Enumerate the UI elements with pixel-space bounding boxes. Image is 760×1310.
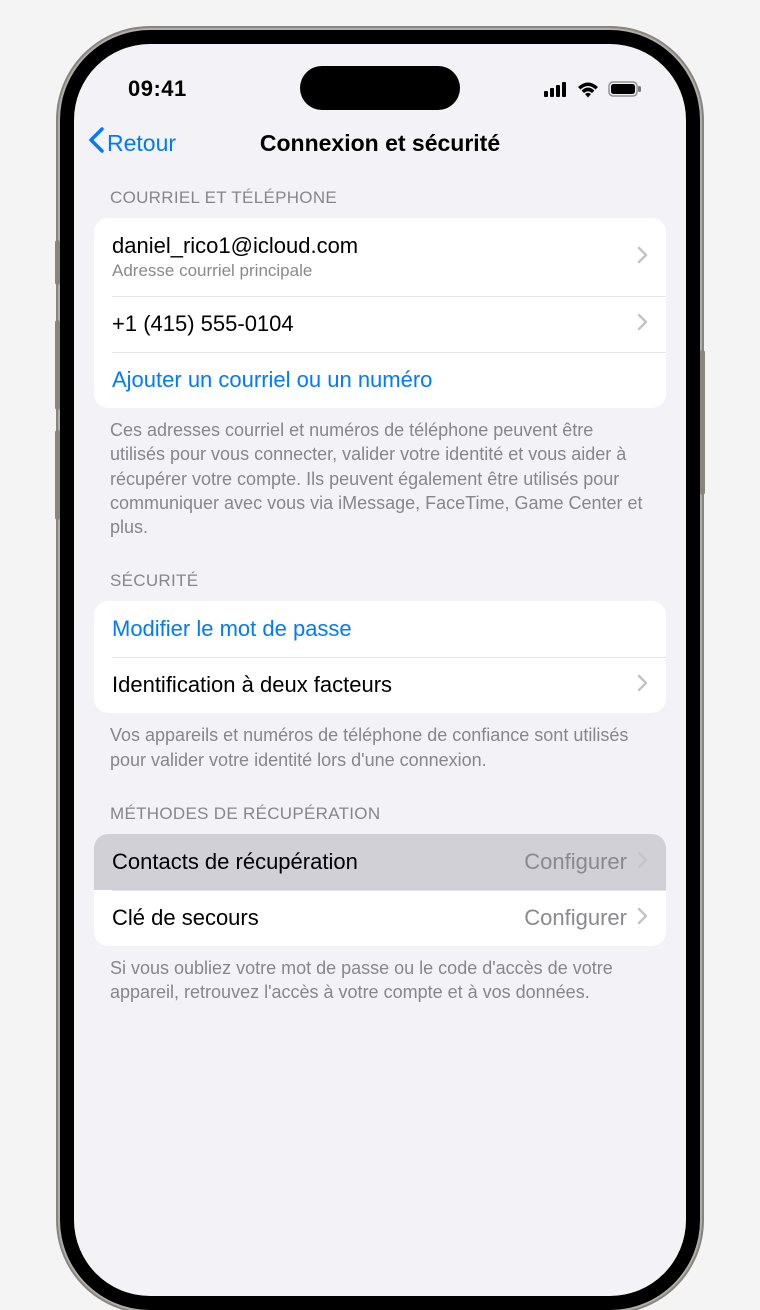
footer-recovery: Si vous oubliez votre mot de passe ou le…: [74, 946, 686, 1009]
page-title: Connexion et sécurité: [260, 130, 500, 157]
phone-side-button: [55, 240, 60, 285]
phone-frame: 09:41 Retour Connexion et sécur: [60, 30, 700, 1310]
phone-volume-down-button: [55, 430, 60, 520]
row-recovery-key[interactable]: Clé de secours Configurer: [94, 890, 666, 946]
footer-security: Vos appareils et numéros de téléphone de…: [74, 713, 686, 776]
wifi-icon: [576, 80, 600, 98]
battery-icon: [608, 81, 642, 97]
chevron-right-icon: [637, 907, 648, 930]
row-phone[interactable]: +1 (415) 555-0104: [94, 296, 666, 352]
cellular-icon: [544, 81, 568, 97]
two-factor-label: Identification à deux facteurs: [112, 672, 637, 698]
phone-volume-up-button: [55, 320, 60, 410]
row-email[interactable]: daniel_rico1@icloud.com Adresse courriel…: [94, 218, 666, 296]
recovery-key-status: Configurer: [524, 905, 627, 931]
content-area: COURRIEL ET TÉLÉPHONE daniel_rico1@iclou…: [74, 172, 686, 1049]
chevron-left-icon: [88, 127, 105, 159]
chevron-right-icon: [637, 674, 648, 697]
section-header-security: SÉCURITÉ: [74, 543, 686, 601]
chevron-right-icon: [637, 246, 648, 269]
group-recovery: Contacts de récupération Configurer Clé …: [94, 834, 666, 946]
email-subtitle: Adresse courriel principale: [112, 261, 637, 281]
recovery-key-label: Clé de secours: [112, 905, 524, 931]
group-security: Modifier le mot de passe Identification …: [94, 601, 666, 713]
row-change-password[interactable]: Modifier le mot de passe: [94, 601, 666, 657]
phone-screen: 09:41 Retour Connexion et sécur: [74, 44, 686, 1296]
add-email-phone-label: Ajouter un courriel ou un numéro: [112, 367, 648, 393]
back-button[interactable]: Retour: [88, 127, 176, 159]
group-email-phone: daniel_rico1@icloud.com Adresse courriel…: [94, 218, 666, 408]
chevron-right-icon: [637, 851, 648, 874]
status-time: 09:41: [128, 76, 187, 102]
row-recovery-contacts[interactable]: Contacts de récupération Configurer: [94, 834, 666, 890]
recovery-contacts-status: Configurer: [524, 849, 627, 875]
chevron-right-icon: [637, 313, 648, 336]
dynamic-island: [300, 66, 460, 110]
change-password-label: Modifier le mot de passe: [112, 616, 648, 642]
footer-email-phone: Ces adresses courriel et numéros de télé…: [74, 408, 686, 543]
section-header-email-phone: COURRIEL ET TÉLÉPHONE: [74, 172, 686, 218]
back-label: Retour: [107, 130, 176, 157]
section-header-recovery: MÉTHODES DE RÉCUPÉRATION: [74, 776, 686, 834]
row-add-email-phone[interactable]: Ajouter un courriel ou un numéro: [94, 352, 666, 408]
row-two-factor[interactable]: Identification à deux facteurs: [94, 657, 666, 713]
nav-bar: Retour Connexion et sécurité: [74, 114, 686, 172]
recovery-contacts-label: Contacts de récupération: [112, 849, 524, 875]
phone-power-button: [700, 350, 705, 495]
phone-value: +1 (415) 555-0104: [112, 311, 637, 337]
email-value: daniel_rico1@icloud.com: [112, 233, 637, 259]
